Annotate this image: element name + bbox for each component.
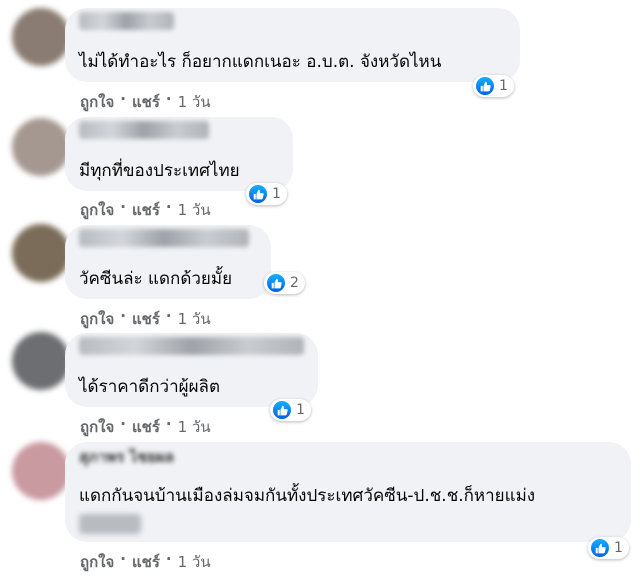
share-button[interactable]: แชร์ — [132, 550, 160, 574]
share-button[interactable]: แชร์ — [132, 307, 160, 331]
avatar[interactable] — [12, 224, 70, 282]
comment-actions: ถูกใจ · แชร์ · 1 วัน — [80, 307, 211, 331]
avatar[interactable] — [12, 442, 70, 500]
reaction-count-value: 2 — [290, 275, 299, 291]
author-name-redacted[interactable] — [79, 12, 174, 30]
separator: · — [165, 307, 172, 325]
separator: · — [120, 307, 126, 325]
share-button[interactable]: แชร์ — [132, 90, 160, 114]
reaction-count-value: 1 — [296, 402, 305, 418]
reaction-count[interactable]: 1 — [588, 537, 629, 559]
comment-bubble: ได้ราคาดีกว่าผู้ผลิต — [65, 333, 318, 407]
reaction-count[interactable]: 1 — [270, 399, 311, 421]
separator: · — [120, 550, 126, 568]
separator: · — [165, 415, 172, 433]
reaction-count[interactable]: 2 — [264, 272, 305, 294]
timestamp[interactable]: 1 วัน — [178, 90, 211, 114]
reaction-count[interactable]: 1 — [473, 75, 514, 97]
redacted-text — [79, 514, 141, 534]
author-name-redacted[interactable] — [79, 337, 304, 355]
like-button[interactable]: ถูกใจ — [80, 198, 114, 222]
avatar[interactable] — [12, 332, 70, 390]
share-button[interactable]: แชร์ — [132, 415, 160, 439]
like-button[interactable]: ถูกใจ — [80, 415, 114, 439]
like-icon — [249, 185, 267, 203]
like-button[interactable]: ถูกใจ — [80, 307, 114, 331]
comment-actions: ถูกใจ · แชร์ · 1 วัน — [80, 550, 211, 574]
reaction-count-value: 1 — [499, 78, 508, 94]
comment-actions: ถูกใจ · แชร์ · 1 วัน — [80, 415, 211, 439]
comment-text: ไม่ได้ทำอะไร ก็อยากแดกเนอะ อ.บ.ต. จังหวั… — [79, 52, 442, 72]
comment-text: มีทุกที่ของประเทศไทย — [79, 161, 240, 181]
comment-text: ได้ราคาดีกว่าผู้ผลิต — [79, 377, 220, 397]
like-button[interactable]: ถูกใจ — [80, 90, 114, 114]
avatar[interactable] — [12, 8, 70, 66]
reaction-count-value: 1 — [272, 186, 281, 202]
separator: · — [120, 90, 126, 108]
reaction-count[interactable]: 1 — [246, 183, 287, 205]
separator: · — [120, 198, 126, 216]
like-icon — [591, 539, 609, 557]
avatar[interactable] — [12, 118, 70, 176]
comment-bubble: ไม่ได้ทำอะไร ก็อยากแดกเนอะ อ.บ.ต. จังหวั… — [65, 8, 520, 82]
author-name[interactable]: สุภาพร ไชยผล — [79, 445, 174, 469]
reaction-count-value: 1 — [614, 540, 623, 556]
comment-bubble: สุภาพร ไชยผล แดกกันจนบ้านเมืองล่มจมกันทั… — [65, 442, 631, 542]
comment-bubble: วัคซีนล่ะ แดกด้วยมั้ย — [65, 225, 271, 299]
like-icon — [267, 274, 285, 292]
like-button[interactable]: ถูกใจ — [80, 550, 114, 574]
comment-actions: ถูกใจ · แชร์ · 1 วัน — [80, 90, 211, 114]
comment-text: แดกกันจนบ้านเมืองล่มจมกันทั้งประเทศวัคซี… — [79, 486, 536, 506]
timestamp[interactable]: 1 วัน — [178, 198, 211, 222]
share-button[interactable]: แชร์ — [132, 198, 160, 222]
timestamp[interactable]: 1 วัน — [178, 415, 211, 439]
author-name-redacted[interactable] — [79, 229, 249, 247]
comment-bubble: มีทุกที่ของประเทศไทย — [65, 117, 293, 191]
separator: · — [165, 198, 172, 216]
comment-actions: ถูกใจ · แชร์ · 1 วัน — [80, 198, 211, 222]
comment-text: วัคซีนล่ะ แดกด้วยมั้ย — [79, 269, 233, 289]
like-icon — [476, 77, 494, 95]
timestamp[interactable]: 1 วัน — [178, 550, 211, 574]
author-name-redacted[interactable] — [79, 121, 209, 139]
separator: · — [165, 90, 172, 108]
like-icon — [273, 401, 291, 419]
separator: · — [120, 415, 126, 433]
separator: · — [165, 550, 172, 568]
timestamp[interactable]: 1 วัน — [178, 307, 211, 331]
